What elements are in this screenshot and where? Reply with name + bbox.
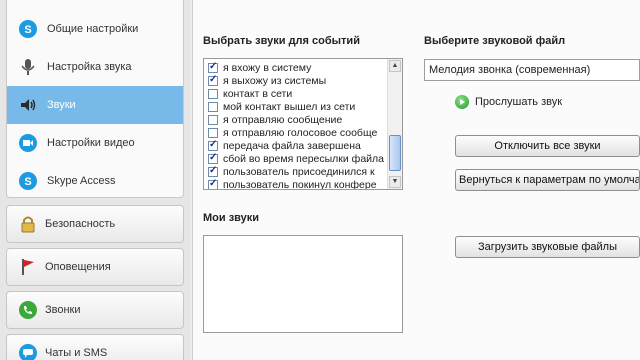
event-checkbox[interactable]: [208, 61, 218, 73]
sound-file-select[interactable]: Мелодия звонка (современная): [424, 59, 640, 81]
sidebar-item-label: Звуки: [47, 99, 76, 111]
sidebar-item-video[interactable]: Настройки видео: [7, 124, 183, 162]
sidebar-item-skype-access[interactable]: S Skype Access: [7, 162, 183, 200]
sidebar-item-sounds[interactable]: Звуки: [7, 86, 183, 124]
list-item[interactable]: я выхожу из системы: [204, 74, 388, 87]
play-icon: [455, 95, 469, 109]
event-checkbox[interactable]: [208, 152, 218, 164]
my-sounds-list[interactable]: [203, 235, 403, 333]
events-scrollbar[interactable]: ▲ ▼: [387, 59, 402, 189]
sidebar-group-calls[interactable]: Звонки: [6, 291, 184, 329]
sidebar-item-general[interactable]: S Общие настройки: [7, 10, 183, 48]
sidebar-item-label: Настройки видео: [47, 137, 135, 149]
list-item[interactable]: пользователь присоединился к: [204, 165, 388, 178]
list-item[interactable]: мой контакт вышел из сети: [204, 100, 388, 113]
upload-sound-files-button[interactable]: Загрузить звуковые файлы: [455, 236, 640, 258]
sound-file-heading: Выберите звуковой файл: [424, 35, 566, 47]
chat-icon: [17, 342, 39, 360]
svg-text:S: S: [24, 176, 31, 188]
disable-all-sounds-button[interactable]: Отключить все звуки: [455, 135, 640, 157]
list-item[interactable]: я отправляю сообщение: [204, 113, 388, 126]
scrollbar-thumb[interactable]: [389, 135, 401, 171]
list-item[interactable]: контакт в сети: [204, 87, 388, 100]
padlock-icon: [17, 213, 39, 235]
flag-icon: [17, 256, 39, 278]
events-list[interactable]: я вхожу в систему я выхожу из системы ко…: [203, 58, 403, 190]
speaker-icon: [17, 94, 39, 116]
event-checkbox[interactable]: [208, 88, 218, 99]
event-checkbox[interactable]: [208, 114, 218, 125]
event-checkbox[interactable]: [208, 74, 218, 86]
event-checkbox[interactable]: [208, 139, 218, 151]
svg-text:S: S: [24, 24, 31, 36]
sidebar-item-label: Общие настройки: [47, 23, 139, 35]
list-item[interactable]: я отправляю голосовое сообще: [204, 126, 388, 139]
sidebar-item-label: Skype Access: [47, 175, 116, 187]
reset-defaults-button[interactable]: Вернуться к параметрам по умолчан: [455, 169, 640, 191]
list-item[interactable]: я вхожу в систему: [204, 61, 388, 74]
sidebar: S Общие настройки Настройка звука Звуки …: [0, 0, 190, 360]
skype-icon: S: [17, 18, 39, 40]
sidebar-group-chats[interactable]: Чаты и SMS: [6, 334, 184, 360]
events-heading: Выбрать звуки для событий: [203, 35, 360, 47]
microphone-icon: [17, 56, 39, 78]
scroll-down-icon[interactable]: ▼: [389, 176, 401, 188]
event-checkbox[interactable]: [208, 127, 218, 138]
list-item[interactable]: сбой во время пересылки файла: [204, 152, 388, 165]
phone-icon: [17, 299, 39, 321]
webcam-icon: [17, 132, 39, 154]
general-settings-group: S Общие настройки Настройка звука Звуки …: [6, 0, 184, 198]
sidebar-item-audio-settings[interactable]: Настройка звука: [7, 48, 183, 86]
list-item[interactable]: пользователь покинул конфере: [204, 178, 388, 189]
scroll-up-icon[interactable]: ▲: [389, 60, 401, 72]
list-item[interactable]: передача файла завершена: [204, 139, 388, 152]
play-sound-link[interactable]: Прослушать звук: [455, 95, 562, 109]
sidebar-group-security[interactable]: Безопасность: [6, 205, 184, 243]
skype-icon: S: [17, 170, 39, 192]
event-checkbox[interactable]: [208, 165, 218, 177]
event-checkbox[interactable]: [208, 101, 218, 112]
sidebar-item-label: Настройка звука: [47, 61, 132, 73]
event-checkbox[interactable]: [208, 178, 218, 189]
sidebar-group-notifications[interactable]: Оповещения: [6, 248, 184, 286]
my-sounds-heading: Мои звуки: [203, 212, 260, 224]
